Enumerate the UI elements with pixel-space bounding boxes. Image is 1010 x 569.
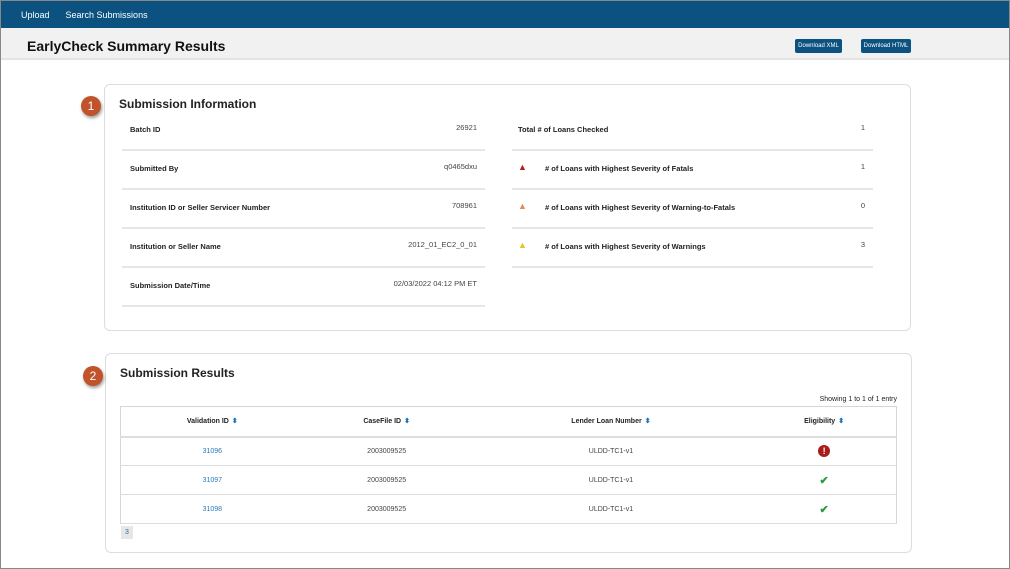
column-header[interactable]: CaseFile ID ⬍ [303, 406, 470, 438]
lender-loan-number: ULDD-TC1-v1 [469, 436, 753, 466]
eligibility-cell: ✔ [752, 465, 897, 495]
count-value: 1 [860, 123, 865, 132]
sort-icon[interactable]: ⬍ [838, 418, 844, 425]
info-value: q0465dxu [444, 162, 477, 171]
table-row: 31096 2003009525 ULDD-TC1-v1! [120, 436, 897, 466]
results-table: Validation ID ⬍ CaseFile ID ⬍ Lender Loan Nu… [120, 406, 897, 524]
page-title: EarlyCheck Summary Results [27, 38, 226, 54]
info-label: Institution ID or Seller Servicer Number [130, 203, 271, 212]
count-value: 0 [860, 201, 865, 210]
column-header[interactable]: Validation ID ⬍ [120, 406, 304, 438]
eligibility-cell: ! [752, 436, 897, 466]
submission-info-title: Submission Information [119, 97, 257, 111]
validation-id-link[interactable]: 31098 [203, 506, 222, 513]
count-row: Total # of Loans Checked 1 [512, 112, 873, 151]
casefile-id: 2003009525 [303, 494, 470, 524]
fatal-warning-icon: ▲ [518, 162, 527, 172]
warning-icon: ▲ [518, 240, 527, 250]
top-nav: Upload Search Submissions [1, 1, 1009, 28]
info-row: Institution ID or Seller Servicer Number… [122, 190, 485, 229]
fatal-icon: ! [818, 445, 831, 458]
column-header[interactable]: Lender Loan Number ⬍ [469, 406, 753, 438]
info-label: Institution or Seller Name [130, 242, 221, 251]
info-value: 2012_01_EC2_0_01 [408, 240, 477, 249]
download-html-button[interactable]: Download HTML [861, 39, 911, 53]
eligibility-cell: ✔ [752, 494, 897, 524]
step-badge-2: 2 [83, 366, 103, 386]
check-icon: ✔ [819, 474, 829, 487]
count-value: 3 [860, 240, 865, 249]
lender-loan-number: ULDD-TC1-v1 [469, 465, 753, 495]
info-row: Batch ID 26921 [122, 112, 485, 151]
table-row: 31098 2003009525 ULDD-TC1-v1 ✔ [120, 494, 897, 524]
count-label: Total # of Loans Checked [518, 125, 609, 134]
sort-icon[interactable]: ⬍ [645, 418, 651, 425]
count-row: ▲ # of Loans with Highest Severity of Fat… [512, 151, 873, 190]
check-icon: ✔ [819, 503, 829, 516]
info-row: Submission Date/Time 02/03/2022 04:12 PM … [122, 268, 485, 307]
nav-search-submissions[interactable]: Search Submissions [66, 10, 148, 20]
count-label: # of Loans with Highest Severity of Warn… [545, 203, 736, 212]
sort-icon[interactable]: ⬍ [232, 418, 238, 425]
submission-results-title: Submission Results [120, 366, 235, 380]
lender-loan-number: ULDD-TC1-v1 [469, 494, 753, 524]
step-badge-1: 1 [81, 96, 101, 116]
info-row: Institution or Seller Name 2012_01_EC2_0_… [122, 229, 485, 268]
info-label: Batch ID [130, 125, 161, 134]
column-header[interactable]: Eligibility ⬍ [752, 406, 897, 438]
sort-icon[interactable]: ⬍ [404, 418, 410, 425]
info-value: 26921 [456, 123, 477, 132]
count-value: 1 [860, 162, 865, 171]
info-label: Submission Date/Time [130, 281, 211, 290]
info-value: 02/03/2022 04:12 PM ET [393, 279, 477, 288]
casefile-id: 2003009525 [303, 436, 470, 466]
count-label: # of Loans with Highest Severity of Fata… [545, 164, 694, 173]
download-xml-button[interactable]: Download XML [795, 39, 842, 53]
info-row: Submitted By q0465dxu [122, 151, 485, 190]
info-value: 708961 [451, 201, 477, 210]
pagination-page[interactable]: 3 [121, 526, 133, 539]
table-row: 31097 2003009525 ULDD-TC1-v1 ✔ [120, 465, 897, 495]
info-label: Submitted By [130, 164, 179, 173]
validation-id-link[interactable]: 31097 [203, 477, 222, 484]
count-row: ▲ # of Loans with Highest Severity of War… [512, 229, 873, 268]
entries-info: Showing 1 to 1 of 1 entry [819, 396, 897, 403]
count-label: # of Loans with Highest Severity of Warn… [545, 242, 706, 251]
count-row: ▲ # of Loans with Highest Severity of War… [512, 190, 873, 229]
nav-upload[interactable]: Upload [21, 10, 50, 20]
casefile-id: 2003009525 [303, 465, 470, 495]
warning-to-fatal-icon: ▲ [518, 201, 527, 211]
validation-id-link[interactable]: 31096 [203, 448, 222, 455]
title-bar: EarlyCheck Summary Results Download XML … [1, 28, 1009, 60]
